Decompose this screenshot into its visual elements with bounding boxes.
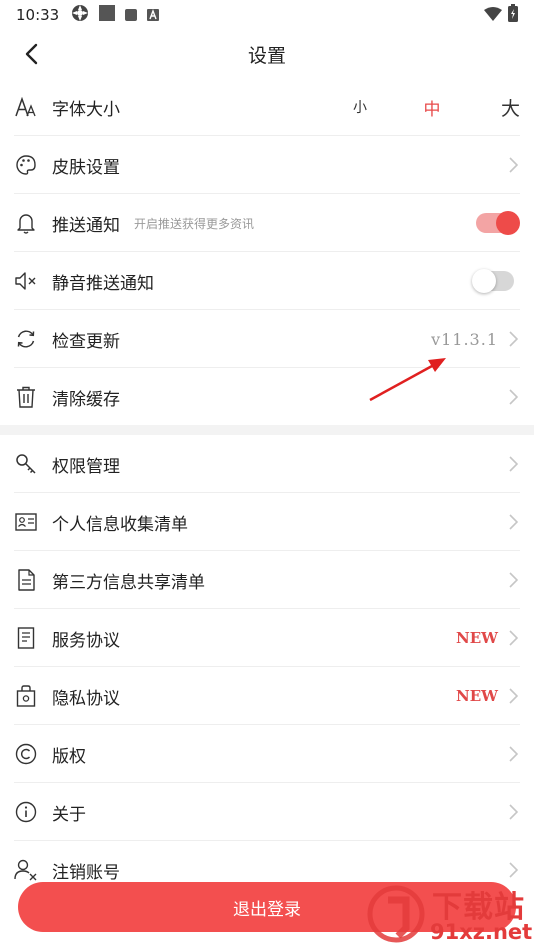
privacy-agreement-row[interactable]: 隐私协议 NEW <box>0 667 534 725</box>
a-notification-icon <box>147 6 160 25</box>
personal-info-label: 个人信息收集清单 <box>52 514 188 535</box>
copyright-row[interactable]: 版权 <box>0 725 534 783</box>
font-size-selector: 小 中 大 <box>324 94 520 121</box>
list-document-icon <box>14 626 38 650</box>
silent-push-label: 静音推送通知 <box>52 273 154 294</box>
battery-icon <box>508 4 518 26</box>
font-size-medium-option[interactable]: 中 <box>396 95 468 120</box>
deregister-label: 注销账号 <box>52 862 120 883</box>
document-icon <box>14 568 38 592</box>
settings-group-legal: 权限管理 个人信息收集清单 第三方信息共享清单 服务协议 NEW 隐私协议 NE… <box>0 435 534 899</box>
chevron-right-icon <box>506 330 520 348</box>
service-agreement-right: NEW <box>456 629 520 647</box>
font-size-label: 字体大小 <box>52 99 120 120</box>
watermark-site: 91xz.net <box>430 920 533 944</box>
check-update-right: v11.3.1 <box>431 330 520 349</box>
palette-icon <box>14 153 38 177</box>
chevron-right-icon <box>506 388 520 406</box>
status-bar: 10:33 <box>0 0 534 30</box>
privacy-agreement-label: 隐私协议 <box>52 688 120 709</box>
chevron-right-icon <box>506 861 520 879</box>
chevron-right-icon <box>506 629 520 647</box>
third-party-right <box>506 571 520 589</box>
copyright-icon <box>14 742 38 766</box>
about-right <box>506 803 520 821</box>
service-agreement-row[interactable]: 服务协议 NEW <box>0 609 534 667</box>
trash-icon <box>14 385 38 409</box>
new-badge: NEW <box>456 629 498 647</box>
clear-cache-right <box>506 388 520 406</box>
bell-icon <box>14 211 38 235</box>
copyright-label: 版权 <box>52 746 86 767</box>
key-icon <box>14 452 38 476</box>
service-agreement-label: 服务协议 <box>52 630 120 651</box>
skin-settings-right <box>506 156 520 174</box>
toggle-knob <box>472 269 496 293</box>
copyright-right <box>506 745 520 763</box>
chevron-right-icon <box>506 687 520 705</box>
toggle-knob <box>496 211 520 235</box>
permissions-row[interactable]: 权限管理 <box>0 435 534 493</box>
clear-cache-label: 清除缓存 <box>52 389 120 410</box>
version-value: v11.3.1 <box>431 329 498 349</box>
refresh-icon <box>14 327 38 351</box>
watermark: 下载站 91xz.net <box>360 880 534 950</box>
chevron-left-icon <box>25 43 38 65</box>
square-notification-icon <box>99 5 116 25</box>
push-notification-row: 推送通知 开启推送获得更多资讯 <box>0 194 534 252</box>
chevron-right-icon <box>506 571 520 589</box>
permissions-label: 权限管理 <box>52 456 120 477</box>
third-party-label: 第三方信息共享清单 <box>52 572 205 593</box>
about-row[interactable]: 关于 <box>0 783 534 841</box>
chevron-right-icon <box>506 513 520 531</box>
third-party-row[interactable]: 第三方信息共享清单 <box>0 551 534 609</box>
font-size-small-option[interactable]: 小 <box>324 97 396 117</box>
nav-bar: 设置 <box>0 30 534 78</box>
skin-settings-row[interactable]: 皮肤设置 <box>0 136 534 194</box>
small-square-notification-icon <box>125 6 138 25</box>
chevron-right-icon <box>506 156 520 174</box>
push-notification-toggle[interactable] <box>476 211 520 235</box>
lock-icon <box>14 684 38 708</box>
new-badge: NEW <box>456 687 498 705</box>
personal-info-right <box>506 513 520 531</box>
watermark-logo-icon <box>367 885 425 943</box>
about-label: 关于 <box>52 804 86 825</box>
user-remove-icon <box>14 858 38 882</box>
id-card-icon <box>14 510 38 534</box>
push-notification-label: 推送通知 <box>52 215 120 236</box>
back-button[interactable] <box>18 40 46 68</box>
page-title: 设置 <box>247 44 286 67</box>
wifi-icon <box>484 6 502 25</box>
push-notification-right <box>476 211 520 235</box>
silent-push-toggle[interactable] <box>472 269 514 293</box>
app-notification-icon <box>71 4 89 26</box>
permissions-right <box>506 455 520 473</box>
check-update-label: 检查更新 <box>52 331 120 352</box>
font-size-row: 字体大小 小 中 大 <box>0 78 534 136</box>
status-notification-icons <box>71 4 160 26</box>
speaker-mute-icon <box>14 269 38 293</box>
info-icon <box>14 800 38 824</box>
clear-cache-row[interactable]: 清除缓存 <box>0 368 534 426</box>
deregister-right <box>506 861 520 879</box>
privacy-agreement-right: NEW <box>456 687 520 705</box>
settings-group-general: 字体大小 小 中 大 皮肤设置 推送通知 开启推送获得更多资讯 静音推送通知 检… <box>0 78 534 426</box>
push-notification-hint: 开启推送获得更多资讯 <box>134 216 255 231</box>
status-system-icons <box>484 4 518 26</box>
chevron-right-icon <box>506 803 520 821</box>
personal-info-row[interactable]: 个人信息收集清单 <box>0 493 534 551</box>
font-size-large-option[interactable]: 大 <box>468 94 520 121</box>
status-time: 10:33 <box>16 6 60 24</box>
chevron-right-icon <box>506 745 520 763</box>
font-size-icon <box>14 95 38 119</box>
check-update-row[interactable]: 检查更新 v11.3.1 <box>0 310 534 368</box>
section-divider <box>0 425 534 435</box>
chevron-right-icon <box>506 455 520 473</box>
skin-settings-label: 皮肤设置 <box>52 157 120 178</box>
silent-push-row: 静音推送通知 <box>0 252 534 310</box>
silent-push-right <box>472 269 520 293</box>
